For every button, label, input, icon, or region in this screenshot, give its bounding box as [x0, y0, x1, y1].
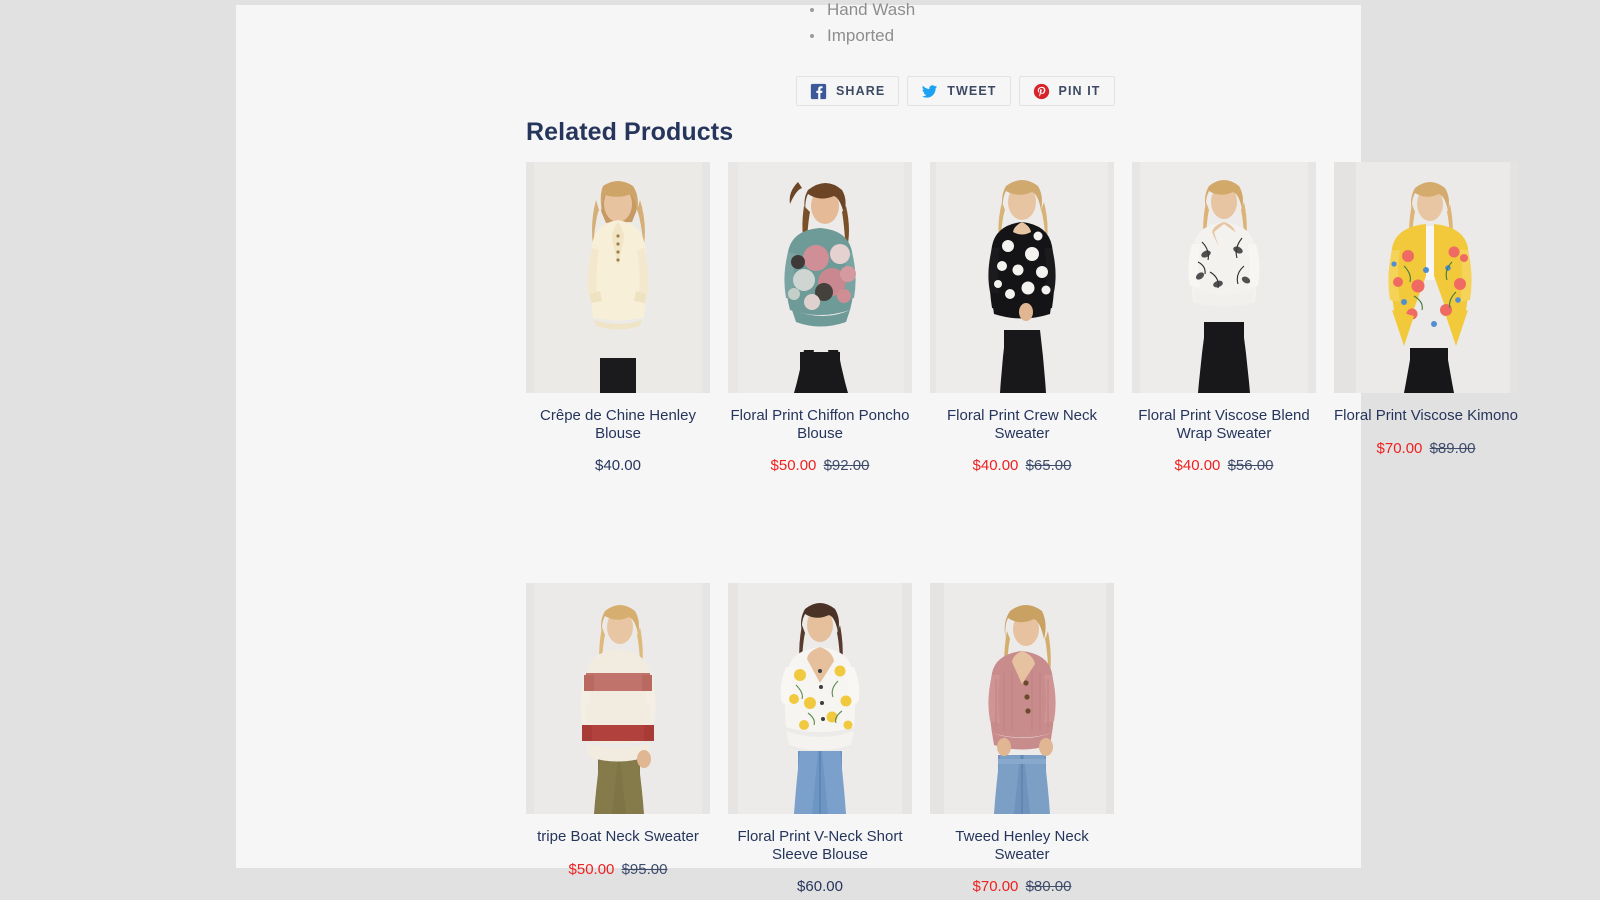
- social-share-row: SHARE TWEET PIN IT: [796, 76, 1115, 106]
- share-pinterest-button[interactable]: PIN IT: [1018, 76, 1115, 106]
- product-image-floral-print-viscose-blend-wrap-sweater[interactable]: [1132, 162, 1316, 393]
- price-current: $60.00: [797, 878, 843, 895]
- spec-item: Imported: [801, 23, 1201, 49]
- product-title[interactable]: tripe Boat Neck Sweater: [526, 828, 710, 846]
- facebook-icon: [810, 83, 827, 100]
- product-title[interactable]: Floral Print Chiffon Poncho Blouse: [728, 407, 912, 442]
- price-current: $40.00: [595, 457, 641, 474]
- product-card: Floral Print V-Neck Short Sleeve Blouse …: [728, 583, 912, 896]
- product-card: Crêpe de Chine Henley Blouse $40.00: [526, 162, 710, 475]
- product-image-stripe-boat-neck-sweater[interactable]: [526, 583, 710, 814]
- related-products-grid: Crêpe de Chine Henley Blouse $40.00 Flor…: [526, 162, 1526, 896]
- product-price: $50.00 $92.00: [728, 457, 912, 475]
- product-title[interactable]: Floral Print V-Neck Short Sleeve Blouse: [728, 828, 912, 863]
- pinterest-icon: [1033, 83, 1050, 100]
- product-image-floral-print-viscose-kimono[interactable]: [1334, 162, 1518, 393]
- product-card: tripe Boat Neck Sweater $50.00 $95.00: [526, 583, 710, 896]
- product-title[interactable]: Floral Print Viscose Blend Wrap Sweater: [1132, 407, 1316, 442]
- price-compare-at: $80.00: [1025, 878, 1072, 895]
- product-card: Floral Print Crew Neck Sweater $40.00 $6…: [930, 162, 1114, 475]
- price-current: $40.00: [972, 457, 1019, 474]
- price-current: $70.00: [1376, 439, 1423, 457]
- price-current: $40.00: [1174, 457, 1221, 474]
- product-price: $60.00: [728, 878, 912, 896]
- product-spec-list: Hand Wash Imported: [801, 0, 1201, 49]
- page-title: Related Products: [526, 118, 734, 146]
- product-title[interactable]: Floral Print Crew Neck Sweater: [930, 407, 1114, 442]
- product-price: $40.00: [526, 457, 710, 475]
- price-compare-at: $92.00: [823, 457, 870, 474]
- share-pinterest-label: PIN IT: [1058, 84, 1101, 98]
- product-price: $70.00 $80.00: [930, 878, 1114, 896]
- product-card: Floral Print Viscose Blend Wrap Sweater …: [1132, 162, 1316, 475]
- product-price: $40.00 $65.00: [930, 457, 1114, 475]
- product-title[interactable]: Crêpe de Chine Henley Blouse: [526, 407, 710, 442]
- product-title[interactable]: Tweed Henley Neck Sweater: [930, 828, 1114, 863]
- share-twitter-button[interactable]: TWEET: [907, 76, 1011, 106]
- share-twitter-label: TWEET: [947, 84, 997, 98]
- product-card: Tweed Henley Neck Sweater $70.00 $80.00: [930, 583, 1114, 896]
- price-compare-at: $89.00: [1429, 439, 1476, 457]
- share-facebook-label: SHARE: [836, 84, 886, 98]
- product-title[interactable]: Floral Print Viscose Kimono: [1334, 407, 1518, 425]
- product-card: Floral Print Chiffon Poncho Blouse $50.0…: [728, 162, 912, 475]
- product-image-floral-print-chiffon-poncho-blouse[interactable]: [728, 162, 912, 393]
- product-price: $70.00 $89.00: [1334, 440, 1518, 458]
- product-price: $40.00 $56.00: [1132, 457, 1316, 475]
- price-current: $50.00: [770, 457, 817, 474]
- product-price: $50.00 $95.00: [526, 861, 710, 879]
- content-panel: Hand Wash Imported SHARE TWEET PIN IT Re…: [236, 0, 1518, 895]
- price-compare-at: $95.00: [621, 860, 668, 878]
- product-image-floral-print-v-neck-short-sleeve-blouse[interactable]: [728, 583, 912, 814]
- price-current: $50.00: [568, 860, 615, 878]
- spec-item: Hand Wash: [801, 0, 1201, 23]
- page-root: Hand Wash Imported SHARE TWEET PIN IT Re…: [0, 0, 1600, 900]
- share-facebook-button[interactable]: SHARE: [796, 76, 900, 106]
- product-image-crepe-de-chine-henley-blouse[interactable]: [526, 162, 710, 393]
- product-image-tweed-henley-neck-sweater[interactable]: [930, 583, 1114, 814]
- price-current: $70.00: [972, 878, 1019, 895]
- price-compare-at: $65.00: [1025, 457, 1072, 474]
- price-compare-at: $56.00: [1227, 457, 1274, 474]
- product-card: Floral Print Viscose Kimono $70.00 $89.0…: [1334, 162, 1518, 475]
- twitter-icon: [921, 83, 938, 100]
- product-image-floral-print-crew-neck-sweater[interactable]: [930, 162, 1114, 393]
